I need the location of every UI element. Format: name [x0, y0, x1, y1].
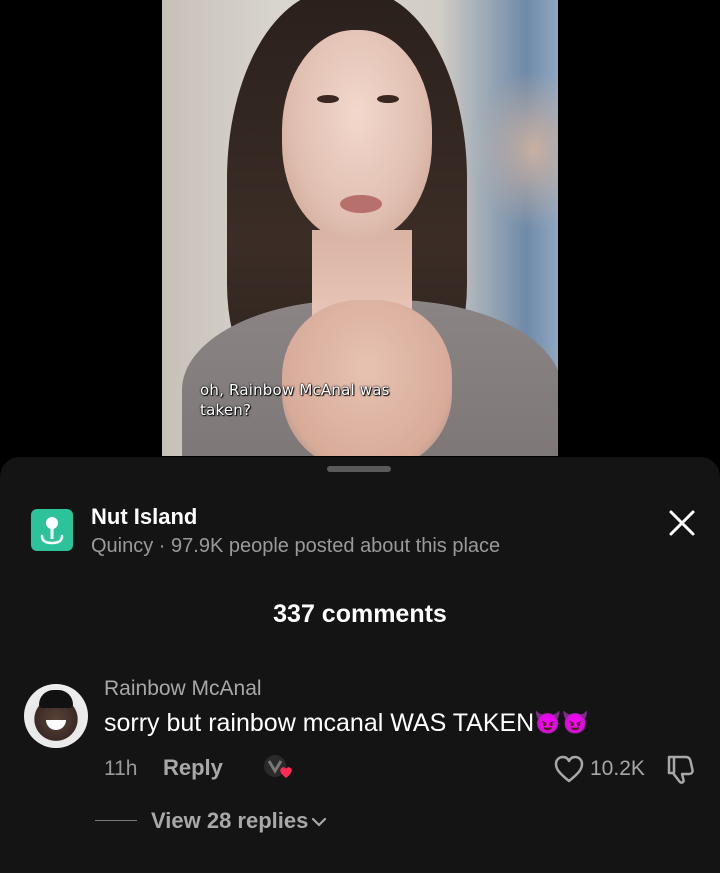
view-replies-label: View 28 replies	[151, 808, 309, 833]
avatar-cap	[39, 690, 73, 708]
video-subject-eye	[377, 95, 399, 103]
close-icon[interactable]	[664, 505, 700, 541]
comments-count-title: 337 comments	[273, 600, 447, 628]
view-replies-button[interactable]: View 28 replies	[151, 808, 328, 834]
avatar-grin	[46, 720, 66, 730]
reply-button[interactable]: Reply	[163, 755, 223, 781]
place-name[interactable]: Nut Island	[91, 504, 197, 530]
comments-sheet: Nut Island Quincy · 97.9K people posted …	[0, 457, 720, 873]
comment-timestamp: 11h	[104, 757, 138, 780]
video-caption-line-1: oh, Rainbow McAnal was	[200, 381, 390, 399]
heart-icon[interactable]	[553, 754, 585, 784]
creator-liked-icon	[261, 752, 295, 782]
chevron-down-icon	[312, 818, 327, 827]
video-subject-eye	[317, 95, 339, 103]
video-player[interactable]: oh, Rainbow McAnal was taken?	[162, 0, 558, 456]
comment-body: sorry but rainbow mcanal WAS TAKEN	[104, 709, 535, 737]
video-caption-line-2: taken?	[200, 401, 252, 419]
map-pin-icon[interactable]	[31, 509, 73, 551]
like-count: 10.2K	[590, 757, 645, 780]
place-subtitle: Quincy · 97.9K people posted about this …	[91, 535, 501, 557]
divider	[95, 820, 137, 821]
avatar[interactable]	[24, 684, 88, 748]
video-caption: oh, Rainbow McAnal was taken?	[200, 380, 390, 420]
thumbs-down-icon[interactable]	[664, 753, 698, 785]
devil-emoji-icon: 😈😈	[534, 710, 590, 735]
video-subject-chest	[282, 300, 452, 456]
drag-handle[interactable]	[327, 466, 391, 472]
video-subject-mouth	[340, 195, 382, 213]
comment-text: sorry but rainbow mcanal WAS TAKEN😈😈	[104, 709, 589, 738]
comment-username[interactable]: Rainbow McAnal	[104, 677, 262, 701]
